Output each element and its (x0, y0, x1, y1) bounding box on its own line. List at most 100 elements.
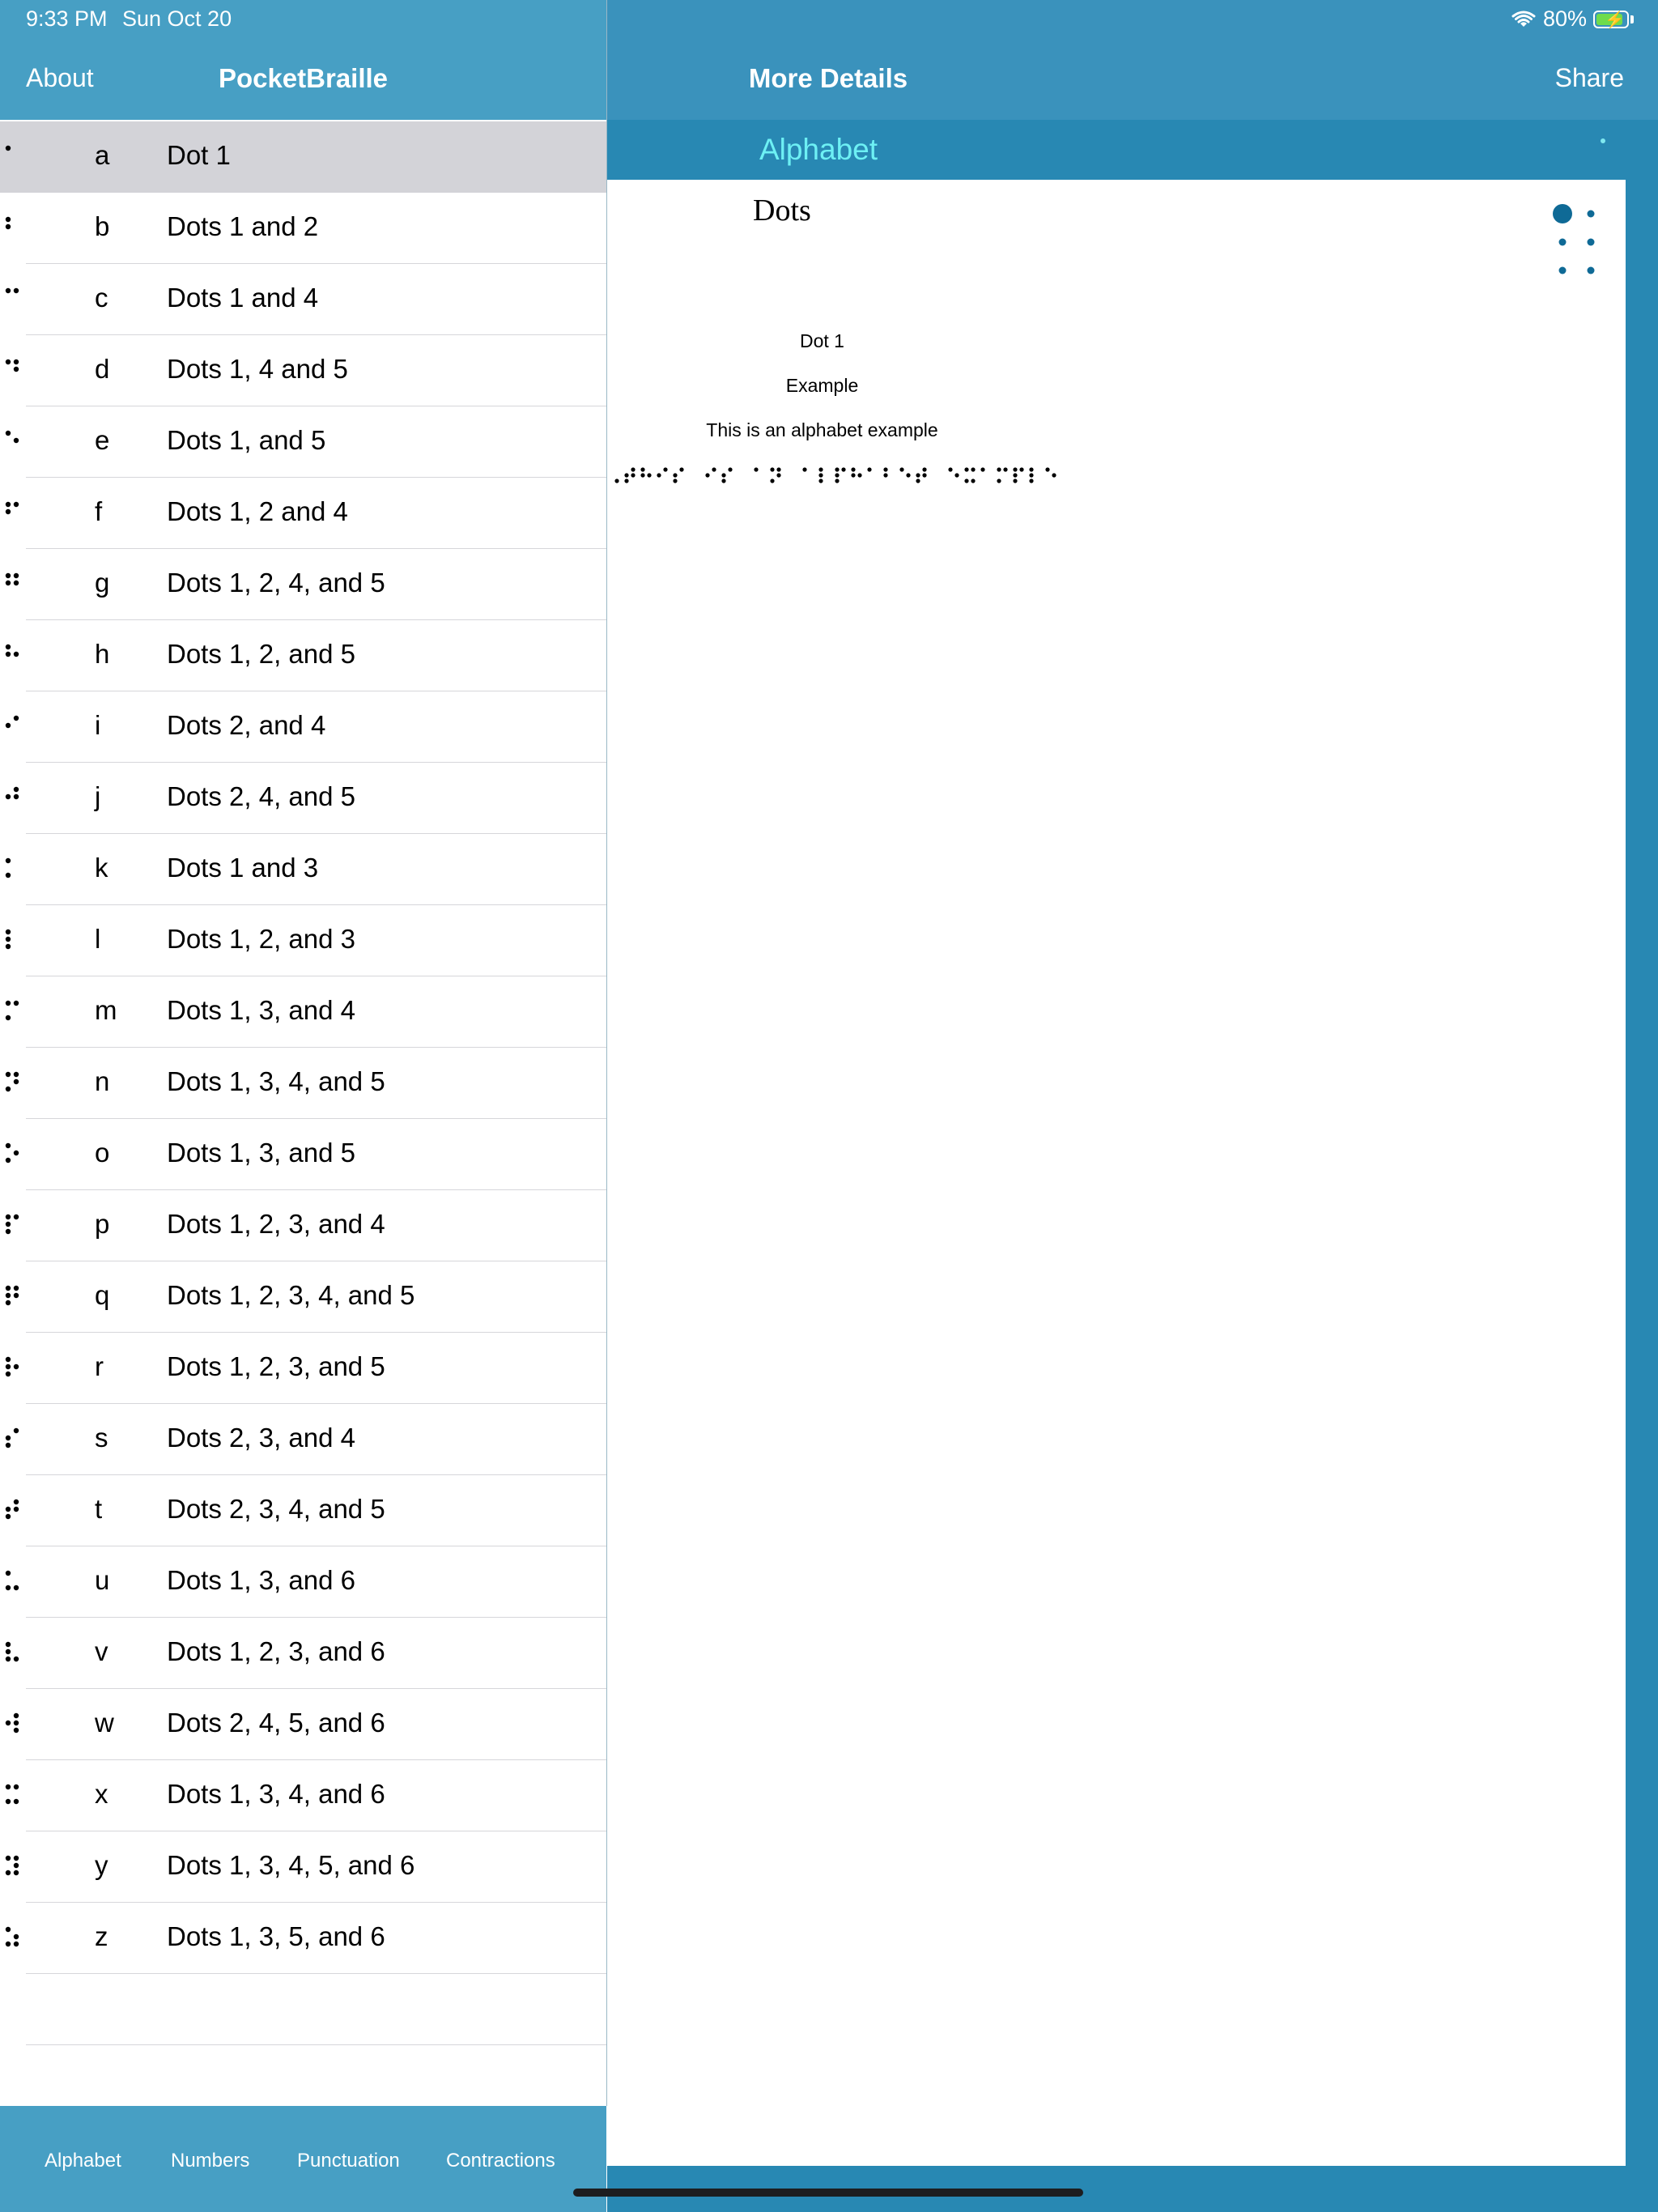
list-item[interactable]: u Dots 1, 3, and 6 (5, 1546, 606, 1618)
braille-cell-icon (5, 1855, 19, 1876)
raised-dot (1553, 204, 1572, 223)
braille-dot (663, 467, 668, 472)
tab-numbers[interactable]: Numbers (171, 2150, 249, 2172)
share-button[interactable]: Share (1555, 63, 1624, 93)
letter-label: b (95, 211, 110, 241)
braille-cell-icon (5, 430, 19, 444)
list-item[interactable]: b Dots 1 and 2 (5, 193, 606, 264)
section-title: Alphabet (759, 133, 878, 166)
dots-description: Dots 2, 4, 5, and 6 (167, 1708, 385, 1738)
braille-dot (13, 1798, 19, 1805)
list-item[interactable]: r Dots 1, 2, 3, and 5 (5, 1333, 606, 1404)
list-item[interactable]: h Dots 1, 2, and 5 (5, 620, 606, 691)
braille-dot (997, 467, 1001, 472)
braille-dot (980, 467, 985, 472)
braille-dot (13, 580, 19, 586)
list-item[interactable]: c Dots 1 and 4 (5, 264, 606, 335)
letter-label: r (95, 1351, 104, 1381)
list-item[interactable]: g Dots 1, 2, 4, and 5 (5, 549, 606, 620)
braille-dot (5, 1798, 11, 1805)
letter-label: c (95, 283, 108, 313)
dots-description: Dots 2, 4, and 5 (167, 781, 355, 811)
braille-dot (964, 467, 969, 472)
list-item[interactable]: o Dots 1, 3, and 5 (5, 1119, 606, 1190)
list-item[interactable]: z Dots 1, 3, 5, and 6 (5, 1903, 606, 1974)
list-item[interactable]: x Dots 1, 3, 4, and 6 (5, 1760, 606, 1831)
braille-dot (5, 1371, 11, 1377)
braille-dot (5, 1506, 11, 1512)
list-item[interactable]: v Dots 1, 2, 3, and 6 (5, 1618, 606, 1689)
letter-label: p (95, 1209, 110, 1239)
list-item[interactable]: f Dots 1, 2 and 4 (5, 478, 606, 549)
braille-dot (13, 1941, 19, 1947)
list-item[interactable]: s Dots 2, 3, and 4 (5, 1404, 606, 1475)
tab-contractions[interactable]: Contractions (446, 2150, 555, 2172)
dots-description: Dots 1, 3, and 5 (167, 1138, 355, 1168)
list-item[interactable]: y Dots 1, 3, 4, 5, and 6 (5, 1831, 606, 1903)
list-item[interactable]: m Dots 1, 3, and 4 (5, 976, 606, 1048)
braille-dot (13, 366, 19, 372)
braille-dot (776, 467, 781, 472)
braille-dot (922, 473, 927, 478)
status-date: Sun Oct 20 (122, 6, 232, 31)
braille-dot (640, 473, 645, 478)
braille-dot (906, 473, 911, 478)
status-time: 9:33 PM (26, 6, 108, 31)
braille-dot (13, 501, 19, 508)
dots-description: Dots 1, and 5 (167, 425, 326, 455)
list-item[interactable]: q Dots 1, 2, 3, 4, and 5 (5, 1261, 606, 1333)
braille-dot (899, 467, 904, 472)
dots-description: Dots 1 and 3 (167, 853, 319, 883)
battery-percent: 80% (1542, 6, 1587, 31)
braille-cell-icon (5, 1142, 19, 1163)
braille-dot (13, 1292, 19, 1299)
braille-dot (13, 1720, 19, 1726)
braille-dot (818, 479, 823, 483)
list-item[interactable]: k Dots 1 and 3 (5, 834, 606, 905)
list-item[interactable]: p Dots 1, 2, 3, and 4 (5, 1190, 606, 1261)
tab-alphabet[interactable]: Alphabet (45, 2150, 121, 2172)
list-item[interactable]: d Dots 1, 4 and 5 (5, 335, 606, 406)
braille-dot (13, 1285, 19, 1291)
braille-dot (5, 223, 11, 230)
braille-dot (1045, 467, 1050, 472)
braille-dot (5, 216, 11, 223)
braille-cell-diagram (1553, 204, 1595, 274)
list-item[interactable]: t Dots 2, 3, 4, and 5 (5, 1475, 606, 1546)
braille-dot (614, 479, 619, 483)
letter-label: s (95, 1423, 108, 1453)
braille-dot (13, 1727, 19, 1733)
list-item[interactable]: n Dots 1, 3, 4, and 5 (5, 1048, 606, 1119)
dots-description: Dots 1 and 4 (167, 283, 319, 313)
letter-label: v (95, 1636, 108, 1666)
braille-dot (624, 473, 629, 478)
braille-dot (13, 1862, 19, 1869)
braille-cell-icon (5, 1784, 19, 1805)
braille-dot (5, 580, 11, 586)
braille-cell-icon (5, 287, 19, 294)
letter-label: w (95, 1708, 114, 1738)
braille-dot (5, 1442, 11, 1448)
list-item[interactable]: j Dots 2, 4, and 5 (5, 763, 606, 834)
list-item[interactable]: l Dots 1, 2, and 3 (5, 905, 606, 976)
letter-label: z (95, 1921, 108, 1951)
tab-punctuation[interactable]: Punctuation (297, 2150, 400, 2172)
braille-dot (631, 467, 636, 472)
braille-dot (705, 473, 710, 478)
dots-description: Dots 2, 3, 4, and 5 (167, 1494, 385, 1524)
braille-cell-icon (5, 786, 19, 800)
braille-cell-icon (5, 1641, 19, 1662)
braille-dot (13, 793, 19, 800)
list-item[interactable]: w Dots 2, 4, 5, and 6 (5, 1689, 606, 1760)
braille-cell-icon (5, 644, 19, 657)
flat-dot (1558, 238, 1567, 246)
braille-dot (728, 467, 733, 472)
dots-description: Dots 2, and 4 (167, 710, 326, 740)
list-item[interactable]: e Dots 1, and 5 (5, 406, 606, 478)
braille-dot (5, 936, 11, 942)
braille-dot (5, 1585, 11, 1591)
braille-dot (971, 467, 976, 472)
braille-dot (1003, 467, 1008, 472)
list-item[interactable]: a Dot 1 (0, 121, 606, 193)
list-item[interactable]: i Dots 2, and 4 (5, 691, 606, 763)
